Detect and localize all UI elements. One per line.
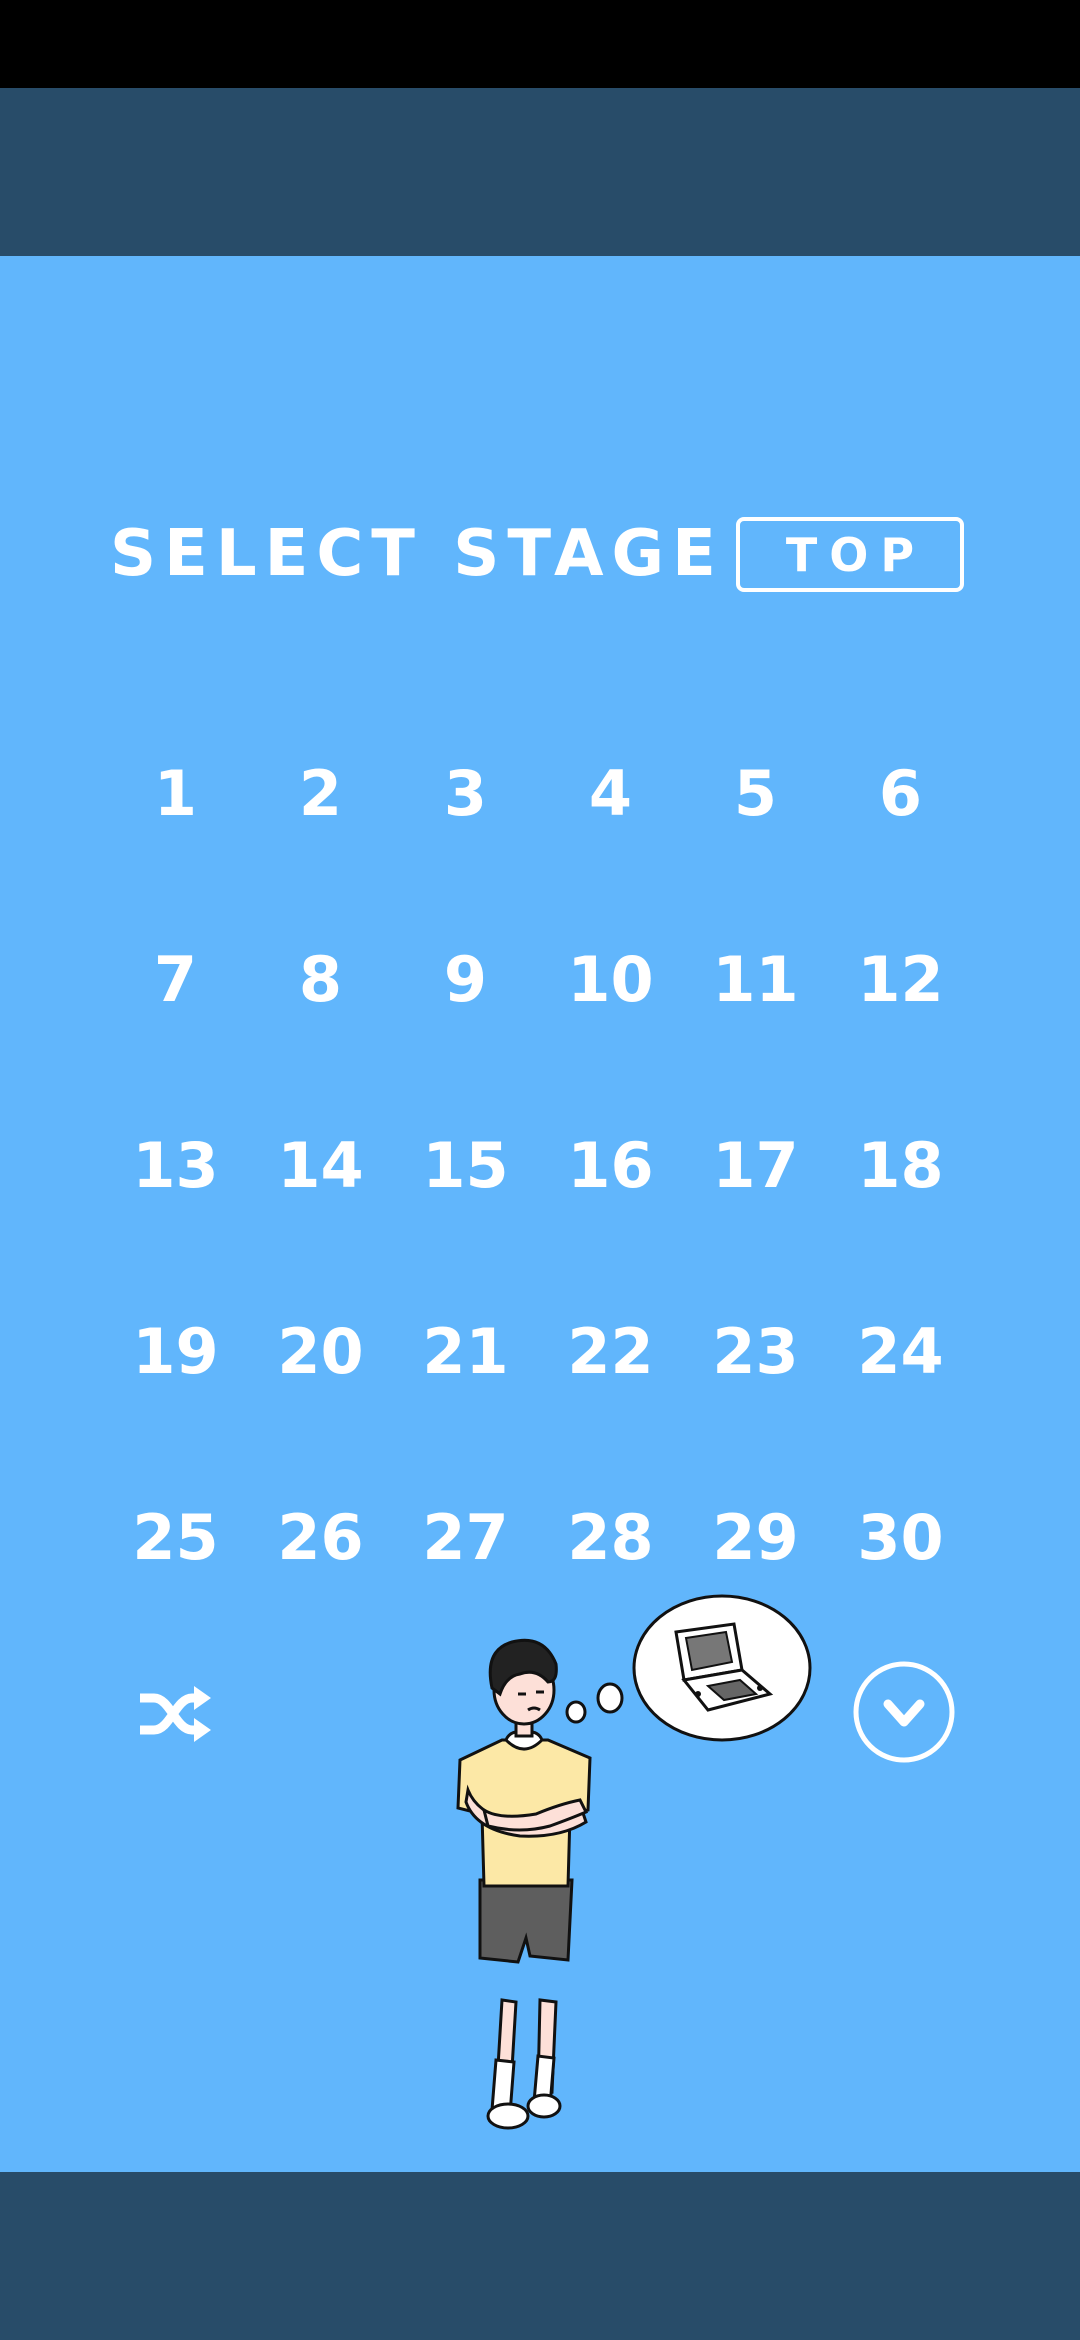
boy-thinking-illustration [456, 1594, 812, 2130]
stage-button-19[interactable]: 19 [103, 1258, 248, 1444]
stage-button-12[interactable]: 12 [828, 886, 973, 1072]
stage-button-23[interactable]: 23 [683, 1258, 828, 1444]
stage-button-11[interactable]: 11 [683, 886, 828, 1072]
stage-button-4[interactable]: 4 [538, 700, 683, 886]
stage-button-24[interactable]: 24 [828, 1258, 973, 1444]
chevron-down-circle-icon[interactable] [852, 1660, 956, 1764]
stage-button-13[interactable]: 13 [103, 1072, 248, 1258]
stage-grid: 1 2 3 4 5 6 7 8 9 10 11 12 13 14 15 16 1… [103, 700, 973, 1630]
stage-button-6[interactable]: 6 [828, 700, 973, 886]
stage-button-7[interactable]: 7 [103, 886, 248, 1072]
status-bar [0, 0, 1080, 88]
stage-button-1[interactable]: 1 [103, 700, 248, 886]
top-button[interactable]: TOP [736, 517, 964, 592]
stage-button-21[interactable]: 21 [393, 1258, 538, 1444]
stage-button-18[interactable]: 18 [828, 1072, 973, 1258]
stage-button-14[interactable]: 14 [248, 1072, 393, 1258]
stage-button-30[interactable]: 30 [828, 1444, 973, 1630]
stage-button-16[interactable]: 16 [538, 1072, 683, 1258]
stage-button-22[interactable]: 22 [538, 1258, 683, 1444]
stage-button-17[interactable]: 17 [683, 1072, 828, 1258]
stage-button-20[interactable]: 20 [248, 1258, 393, 1444]
stage-button-3[interactable]: 3 [393, 700, 538, 886]
stage-button-10[interactable]: 10 [538, 886, 683, 1072]
shuffle-icon[interactable] [138, 1683, 212, 1745]
stage-button-26[interactable]: 26 [248, 1444, 393, 1630]
stage-button-9[interactable]: 9 [393, 886, 538, 1072]
page-title: SELECT STAGE [110, 517, 724, 591]
bottom-band [0, 2172, 1080, 2340]
stage-button-5[interactable]: 5 [683, 700, 828, 886]
stage-button-25[interactable]: 25 [103, 1444, 248, 1630]
stage-button-15[interactable]: 15 [393, 1072, 538, 1258]
stage-button-8[interactable]: 8 [248, 886, 393, 1072]
stage-button-2[interactable]: 2 [248, 700, 393, 886]
top-band [0, 88, 1080, 256]
